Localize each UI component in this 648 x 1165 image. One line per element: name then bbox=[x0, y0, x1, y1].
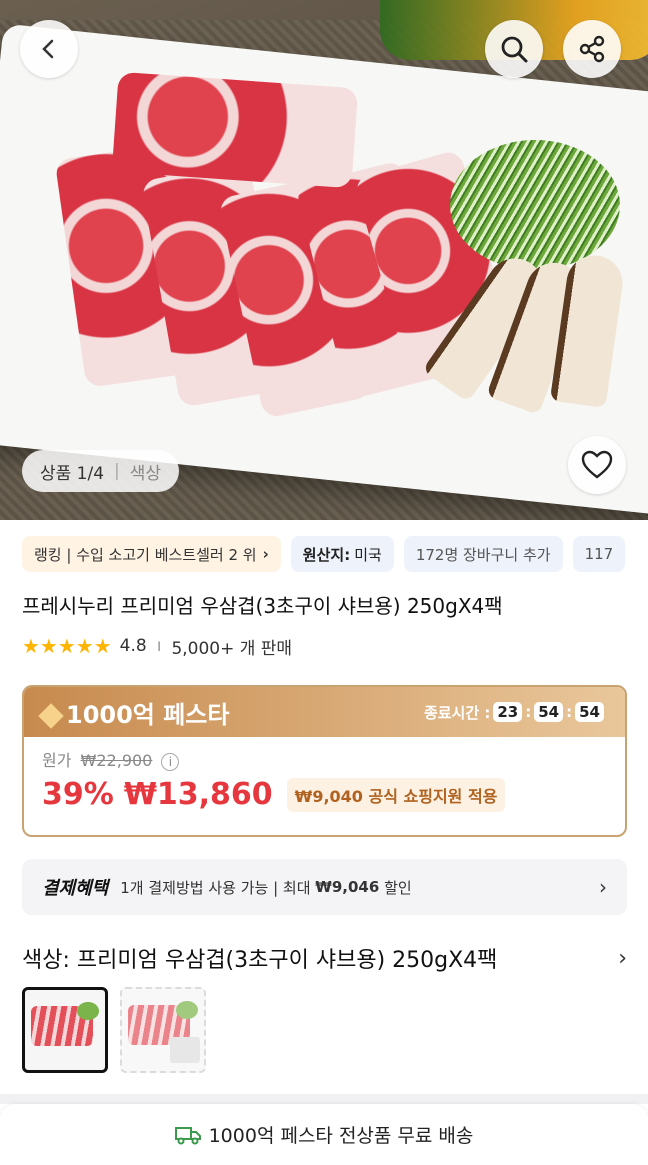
option-thumbnail[interactable] bbox=[120, 987, 206, 1073]
promo-box: 1000억 페스타 종료시간 : 23: 54: 54 원가 ₩22,900 i… bbox=[22, 685, 627, 837]
option-thumbnails bbox=[22, 987, 206, 1073]
option-selector[interactable]: 색상: 프리미엄 우삼겹(3초구이 샤브용) 250gX4팩 › bbox=[22, 940, 627, 976]
countdown-hours: 23 bbox=[493, 702, 523, 722]
payment-benefit-label: 결제혜택 bbox=[42, 878, 109, 899]
promo-header: 1000억 페스타 종료시간 : 23: 54: 54 bbox=[24, 687, 625, 737]
chevron-right-icon: › bbox=[618, 945, 627, 971]
product-image-carousel[interactable]: 상품 1/4 | 색상 bbox=[0, 0, 648, 520]
share-button[interactable] bbox=[563, 20, 621, 78]
counter-separator: | bbox=[114, 461, 120, 481]
overflow-text: 117 bbox=[584, 545, 614, 563]
payment-benefit-row[interactable]: 결제혜택 1개 결제방법 사용 가능 | 최대 ₩9,046 할인 › bbox=[22, 859, 627, 915]
wishlist-button[interactable] bbox=[568, 436, 626, 494]
origin-chip: 원산지: 미국 bbox=[290, 536, 394, 572]
chevron-right-icon: › bbox=[262, 545, 269, 563]
ranking-chip[interactable]: 랭킹 | 수입 소고기 베스트셀러 2 위 › bbox=[22, 536, 281, 572]
truck-icon bbox=[174, 1126, 201, 1144]
thumbnail-image bbox=[77, 1002, 99, 1020]
meat-slice bbox=[111, 71, 359, 189]
overflow-chip: 117 bbox=[572, 536, 626, 572]
sale-price: ₩13,860 bbox=[123, 777, 273, 812]
back-button[interactable] bbox=[20, 20, 78, 78]
original-price-row: 원가 ₩22,900 i bbox=[42, 747, 607, 771]
payment-benefit-text: 1개 결제방법 사용 가능 | 최대 bbox=[120, 878, 311, 897]
search-button[interactable] bbox=[485, 20, 543, 78]
free-shipping-banner[interactable]: 1000억 페스타 전상품 무료 배송 bbox=[0, 1104, 648, 1165]
origin-value: 미국 bbox=[354, 545, 382, 564]
countdown-label: 종료시간 : bbox=[423, 703, 491, 722]
share-icon bbox=[579, 35, 605, 63]
price-row: 39% ₩13,860 ₩9,040 공식 쇼핑지원 적용 bbox=[42, 777, 607, 812]
thumbnail-image bbox=[176, 1001, 198, 1019]
section-divider bbox=[0, 1094, 648, 1104]
payment-benefit-suffix: 할인 bbox=[384, 878, 412, 897]
rating-separator: ı bbox=[156, 636, 162, 656]
chevron-right-icon: › bbox=[599, 875, 607, 899]
countdown-seconds: 54 bbox=[575, 702, 604, 722]
rating-value: 4.8 bbox=[119, 636, 147, 656]
payment-benefit-amount: ₩9,046 bbox=[315, 878, 380, 896]
discount-rate: 39% bbox=[42, 777, 114, 812]
ribbon-icon bbox=[38, 702, 64, 729]
color-tab[interactable]: 색상 bbox=[130, 459, 161, 484]
origin-label: 원산지: bbox=[302, 545, 351, 564]
cart-count-chip: 172명 장바구니 추가 bbox=[403, 536, 563, 572]
original-price: ₩22,900 bbox=[80, 751, 153, 770]
shopping-support-badge: ₩9,040 공식 쇼핑지원 적용 bbox=[286, 777, 506, 812]
promo-brand-text: 1000억 페스타 bbox=[66, 700, 230, 729]
search-icon bbox=[501, 36, 528, 63]
product-title: 프레시누리 프리미엄 우삼겹(3초구이 샤브용) 250gX4팩 bbox=[22, 594, 503, 618]
countdown-minutes: 54 bbox=[534, 702, 564, 722]
option-thumbnail-selected[interactable] bbox=[22, 987, 108, 1073]
chevron-left-icon bbox=[42, 39, 54, 59]
option-label: 색상: 프리미엄 우삼겹(3초구이 샤브용) 250gX4팩 bbox=[22, 948, 498, 973]
thumbnail-image bbox=[170, 1037, 200, 1063]
promo-brand: 1000억 페스타 bbox=[38, 695, 230, 730]
original-price-label: 원가 bbox=[42, 751, 72, 770]
free-shipping-text: 1000억 페스타 전상품 무료 배송 bbox=[208, 1125, 474, 1147]
image-counter[interactable]: 상품 1/4 | 색상 bbox=[22, 450, 180, 492]
promo-body: 원가 ₩22,900 i 39% ₩13,860 ₩9,040 공식 쇼핑지원 … bbox=[24, 737, 625, 822]
ranking-text: 랭킹 | 수입 소고기 베스트셀러 2 위 bbox=[34, 545, 257, 564]
countdown: 종료시간 : 23: 54: 54 bbox=[424, 702, 607, 723]
info-chips-row: 랭킹 | 수입 소고기 베스트셀러 2 위 › 원산지: 미국 172명 장바구… bbox=[22, 536, 648, 572]
star-rating-icon: ★★★★★ bbox=[22, 634, 112, 658]
info-icon[interactable]: i bbox=[161, 752, 180, 771]
rating-row[interactable]: ★★★★★ 4.8 ı 5,000+ 개 판매 bbox=[22, 634, 293, 659]
cart-count-text: 172명 장바구니 추가 bbox=[415, 545, 551, 564]
image-counter-label: 상품 1/4 bbox=[40, 463, 105, 484]
sales-count: 5,000+ 개 판매 bbox=[171, 638, 293, 659]
green-onion-garnish bbox=[450, 140, 620, 270]
heart-icon bbox=[581, 450, 613, 479]
